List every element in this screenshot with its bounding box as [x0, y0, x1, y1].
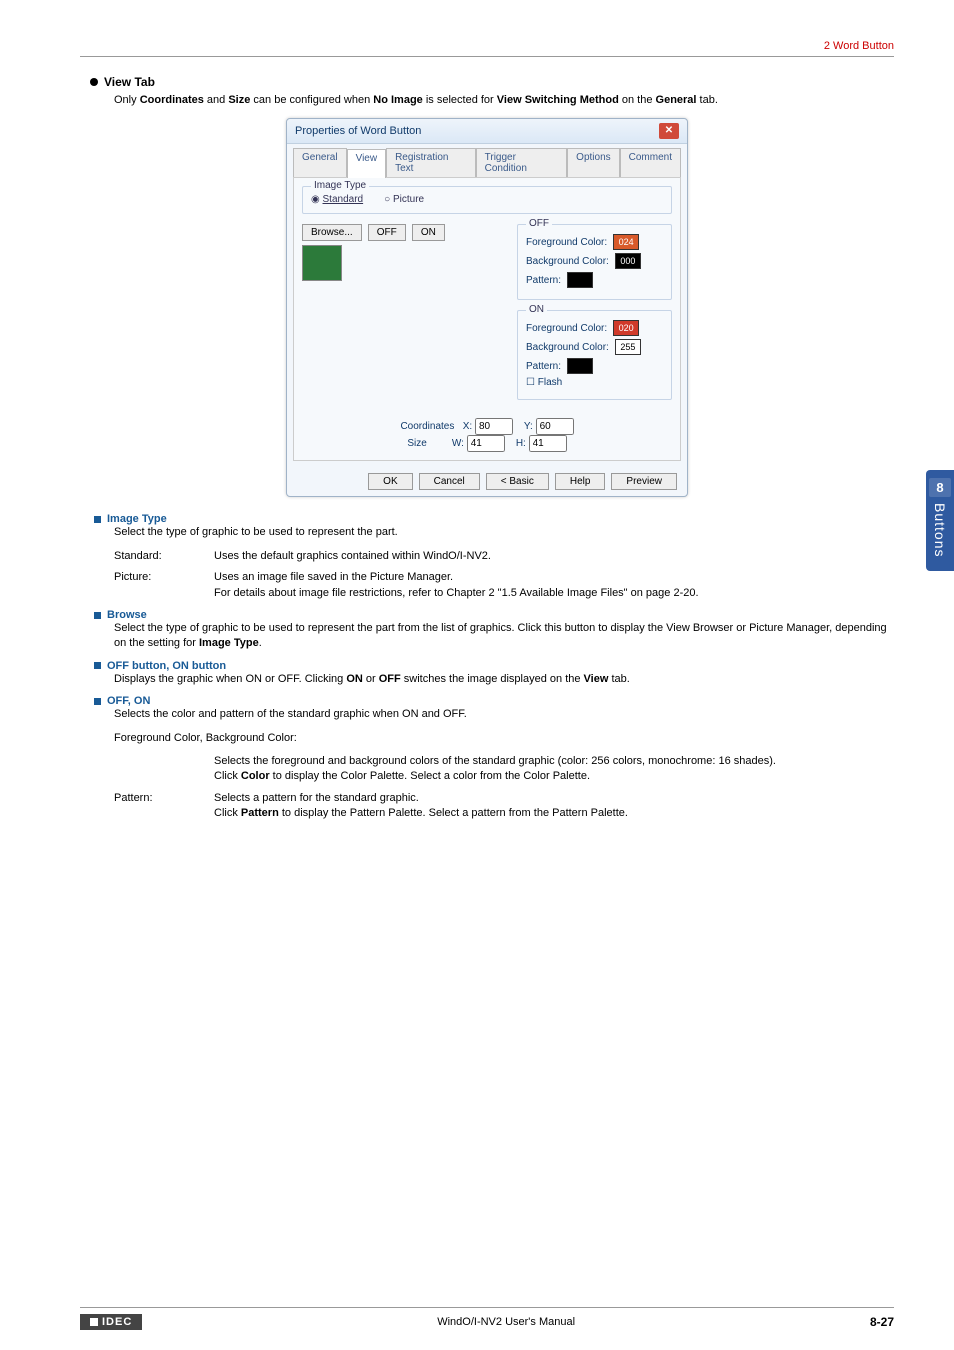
pattern-term: Pattern:: [114, 791, 214, 822]
offon-button-heading: OFF button, ON button: [107, 660, 226, 672]
ok-button[interactable]: OK: [368, 473, 412, 490]
flash-checkbox[interactable]: ☐ Flash: [526, 377, 562, 388]
preview-button[interactable]: Preview: [611, 473, 677, 490]
chapter-title: Buttons: [932, 503, 948, 557]
radio-standard[interactable]: ◉ Standard: [311, 194, 363, 205]
idec-logo: IDEC: [80, 1314, 142, 1330]
header-rule: [80, 56, 894, 57]
close-icon[interactable]: ✕: [659, 123, 679, 139]
footer-center: WindO/I-NV2 User's Manual: [437, 1316, 575, 1328]
image-type-intro: Select the type of graphic to be used to…: [114, 525, 894, 540]
bullet-icon: [90, 78, 98, 86]
x-input[interactable]: [475, 418, 513, 435]
cancel-button[interactable]: Cancel: [419, 473, 480, 490]
h-label: H:: [516, 438, 526, 449]
pattern-desc: Selects a pattern for the standard graph…: [214, 791, 628, 822]
offon-heading: OFF, ON: [107, 695, 150, 707]
off-pattern-label: Pattern:: [526, 275, 561, 286]
on-fg-label: Foreground Color:: [526, 323, 607, 334]
coordinates-label: Coordinates: [400, 421, 454, 432]
chapter-tab: 8 Buttons: [926, 470, 954, 571]
spacer: [114, 754, 214, 785]
dialog-tabs: General View Registration Text Trigger C…: [287, 144, 687, 177]
browse-desc: Select the type of graphic to be used to…: [114, 621, 894, 652]
page-number: 8-27: [870, 1315, 894, 1329]
w-label: W:: [452, 438, 464, 449]
fgbg-desc: Selects the foreground and background co…: [214, 754, 776, 785]
chapter-number: 8: [929, 478, 951, 497]
y-label: Y:: [524, 421, 533, 432]
offon-intro: Selects the color and pattern of the sta…: [114, 707, 894, 722]
on-pattern-label: Pattern:: [526, 361, 561, 372]
page-section-header: 2 Word Button: [80, 40, 894, 56]
size-label: Size: [407, 438, 426, 449]
on-legend: ON: [526, 304, 547, 315]
off-fg-swatch[interactable]: 024: [613, 234, 639, 250]
image-type-group: Image Type ◉ Standard ○ Picture: [302, 186, 672, 214]
picture-term: Picture:: [114, 570, 214, 601]
on-pattern-swatch[interactable]: [567, 358, 593, 374]
on-fg-swatch[interactable]: 020: [613, 320, 639, 336]
square-icon: [94, 516, 101, 523]
fgbg-label: Foreground Color, Background Color:: [114, 731, 894, 746]
off-fg-label: Foreground Color:: [526, 237, 607, 248]
w-input[interactable]: [467, 435, 505, 452]
x-label: X:: [463, 421, 472, 432]
preview-thumb: [302, 245, 342, 281]
off-group: OFF Foreground Color:024 Background Colo…: [517, 224, 672, 300]
off-bg-swatch[interactable]: 000: [615, 253, 641, 269]
picture-desc: Uses an image file saved in the Picture …: [214, 570, 699, 601]
basic-button[interactable]: < Basic: [486, 473, 549, 490]
tab-registration-text[interactable]: Registration Text: [386, 148, 476, 177]
standard-desc: Uses the default graphics contained with…: [214, 549, 491, 564]
standard-term: Standard:: [114, 549, 214, 564]
off-button[interactable]: OFF: [368, 224, 406, 241]
on-bg-swatch[interactable]: 255: [615, 339, 641, 355]
dialog-title: Properties of Word Button: [295, 125, 421, 137]
radio-picture[interactable]: ○ Picture: [384, 194, 424, 205]
view-tab-intro: Only Coordinates and Size can be configu…: [114, 93, 894, 108]
offon-button-desc: Displays the graphic when ON or OFF. Cli…: [114, 672, 894, 687]
square-icon: [94, 698, 101, 705]
on-button[interactable]: ON: [412, 224, 445, 241]
tab-general[interactable]: General: [293, 148, 347, 177]
off-legend: OFF: [526, 218, 552, 229]
off-pattern-swatch[interactable]: [567, 272, 593, 288]
tab-view[interactable]: View: [347, 149, 387, 178]
on-bg-label: Background Color:: [526, 342, 609, 353]
browse-button[interactable]: Browse...: [302, 224, 362, 241]
square-icon: [94, 662, 101, 669]
tab-options[interactable]: Options: [567, 148, 619, 177]
view-tab-heading: View Tab: [104, 75, 155, 89]
y-input[interactable]: [536, 418, 574, 435]
tab-comment[interactable]: Comment: [620, 148, 681, 177]
h-input[interactable]: [529, 435, 567, 452]
properties-dialog: Properties of Word Button ✕ General View…: [286, 118, 688, 497]
off-bg-label: Background Color:: [526, 256, 609, 267]
browse-heading: Browse: [107, 609, 147, 621]
square-icon: [94, 612, 101, 619]
tab-trigger-condition[interactable]: Trigger Condition: [476, 148, 568, 177]
footer-rule: [80, 1307, 894, 1308]
image-type-heading: Image Type: [107, 513, 167, 525]
on-group: ON Foreground Color:020 Background Color…: [517, 310, 672, 400]
help-button[interactable]: Help: [555, 473, 606, 490]
image-type-legend: Image Type: [311, 180, 369, 191]
